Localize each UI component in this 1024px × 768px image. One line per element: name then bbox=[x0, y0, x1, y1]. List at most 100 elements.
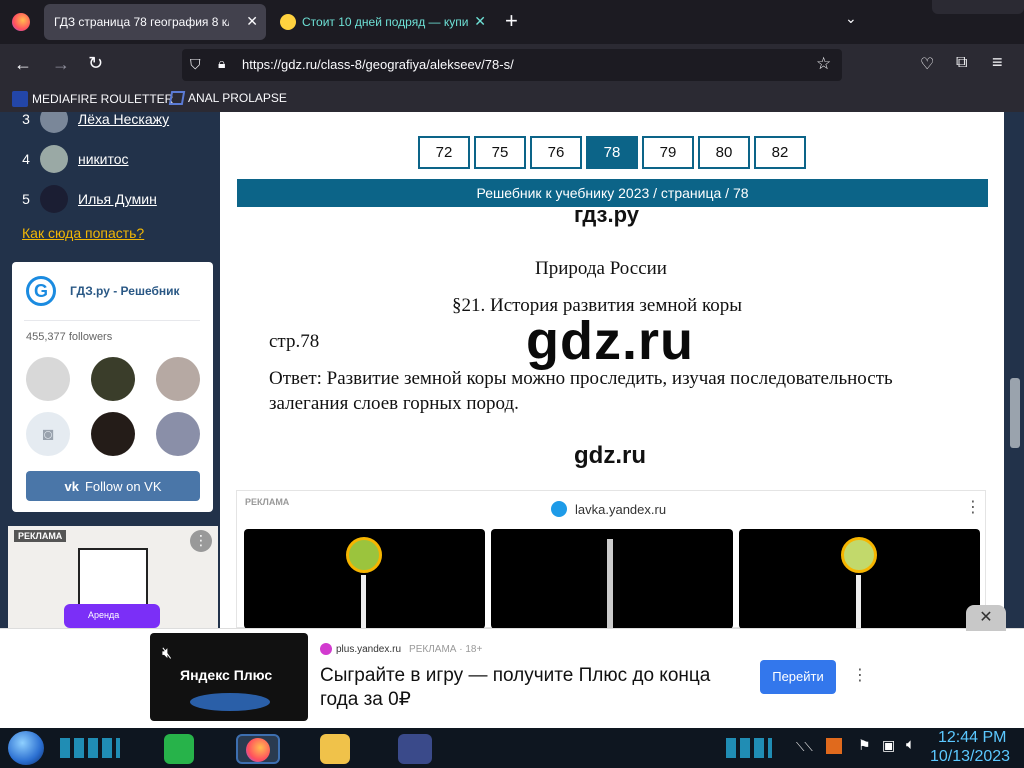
extensions-icon[interactable]: ⧉ bbox=[956, 54, 967, 72]
close-tab-icon[interactable]: ✕ bbox=[474, 13, 486, 30]
leaderboard-row[interactable]: 4 никитос bbox=[0, 141, 220, 177]
follower-avatar[interactable] bbox=[156, 357, 200, 401]
file-explorer-icon[interactable] bbox=[320, 734, 350, 764]
reload-icon[interactable]: ↻ bbox=[88, 53, 103, 74]
ad-source: plus.yandex.ru РЕКЛАМА · 18+ bbox=[320, 643, 482, 655]
lollipop-image bbox=[841, 537, 877, 573]
page-link[interactable]: 82 bbox=[754, 136, 806, 169]
network-icon[interactable]: ▣ bbox=[882, 737, 895, 754]
volume-icon[interactable]: 🔈︎ bbox=[906, 736, 915, 753]
start-orb-icon[interactable] bbox=[8, 731, 44, 765]
tab-gdz[interactable]: ГДЗ страница 78 география 8 клас ✕ bbox=[44, 4, 266, 40]
bookmark-mediafire[interactable]: MEDIAFIRE ROULETTER bbox=[12, 91, 173, 107]
bookmark-second-label: ANAL PROLAPSE bbox=[188, 91, 287, 105]
page-reference: стр.78 bbox=[269, 331, 320, 352]
more-options-icon[interactable]: ⋮ bbox=[852, 665, 868, 685]
bookmark-folder-icon bbox=[168, 91, 186, 105]
sidebar-ad[interactable]: РЕКЛАМА ⋮ Аренда bbox=[8, 526, 218, 628]
lavka-icon bbox=[551, 501, 567, 517]
lock-icon[interactable]: 🔒︎ bbox=[218, 55, 225, 72]
page-link[interactable]: 72 bbox=[418, 136, 470, 169]
camera-icon[interactable]: ◙ bbox=[26, 412, 70, 456]
bookmark-star-icon[interactable]: ☆ bbox=[816, 54, 831, 74]
page-link[interactable]: 79 bbox=[642, 136, 694, 169]
vk-widget-title[interactable]: ГДЗ.ру - Решебник bbox=[70, 284, 180, 298]
ad-product-card[interactable] bbox=[739, 529, 980, 628]
avatar bbox=[40, 145, 68, 173]
lollipop-stick bbox=[856, 575, 861, 628]
ad-headline-line-2[interactable]: года за 0₽ bbox=[320, 688, 411, 711]
forward-icon[interactable]: → bbox=[52, 54, 70, 75]
tray-app-icon[interactable] bbox=[826, 738, 842, 754]
leaderboard-name: никитос bbox=[78, 151, 129, 167]
avatar bbox=[40, 112, 68, 133]
close-ad-button[interactable]: ✕ bbox=[966, 605, 1006, 631]
ad-tag: РЕКЛАМА bbox=[14, 530, 67, 542]
follower-avatar[interactable] bbox=[156, 412, 200, 456]
tray-arrows-icon[interactable]: ⟍⟍ bbox=[796, 740, 813, 755]
page-link-active[interactable]: 78 bbox=[586, 136, 638, 169]
taskbar-deco bbox=[60, 738, 120, 758]
gdz-logo-icon: G bbox=[26, 276, 56, 306]
shield-icon[interactable]: ⛉ bbox=[190, 56, 201, 73]
follower-avatar[interactable] bbox=[26, 357, 70, 401]
flag-icon[interactable]: ⚑ bbox=[858, 737, 871, 754]
watermark-top: гдз.ру bbox=[574, 202, 639, 227]
bookmark-second[interactable]: ANAL PROLAPSE bbox=[168, 91, 287, 105]
how-to-join-link[interactable]: Как сюда попасть? bbox=[22, 225, 144, 241]
yandex-plus-logo: Яндекс Плюс bbox=[180, 667, 273, 683]
inline-ad[interactable]: РЕКЛАМА lavka.yandex.ru ⋮ bbox=[236, 490, 986, 628]
control-panel-icon[interactable] bbox=[398, 734, 432, 764]
scrollbar-thumb[interactable] bbox=[1010, 378, 1020, 448]
leaderboard-row[interactable]: 5 Илья Думин bbox=[0, 181, 220, 217]
close-tab-icon[interactable]: ✕ bbox=[246, 13, 258, 30]
taskbar-deco bbox=[726, 738, 772, 758]
back-icon[interactable]: ← bbox=[14, 54, 32, 75]
fork-image bbox=[607, 539, 613, 628]
tab-bar: ГДЗ страница 78 география 8 клас ✕ Стоит… bbox=[0, 0, 1024, 44]
follow-on-vk-label: Follow on VK bbox=[84, 478, 162, 494]
bookmark-mediafire-label: MEDIAFIRE ROULETTER bbox=[32, 92, 174, 106]
answer-line-2: залегания слоев горных пород. bbox=[269, 393, 519, 414]
clock-date[interactable]: 10/13/2023 bbox=[930, 748, 1010, 766]
ad-rent-button[interactable]: Аренда bbox=[64, 604, 160, 628]
pocket-icon[interactable]: ♡ bbox=[920, 54, 934, 74]
follow-on-vk-button[interactable]: vk Follow on VK bbox=[26, 471, 200, 501]
ad-product-card[interactable] bbox=[491, 529, 733, 628]
tab-market[interactable]: Стоит 10 дней подряд — купи ✕ bbox=[270, 4, 494, 40]
mediafire-icon bbox=[12, 91, 28, 107]
clock-time[interactable]: 12:44 PM bbox=[938, 729, 1006, 747]
page-link[interactable]: 76 bbox=[530, 136, 582, 169]
leaderboard-row[interactable]: 3 Лёха Нескажу bbox=[0, 112, 220, 137]
left-sidebar: 3 Лёха Нескажу 4 никитос 5 Илья Думин Ка… bbox=[0, 112, 220, 628]
more-options-icon[interactable]: ⋮ bbox=[190, 530, 212, 552]
market-icon bbox=[280, 14, 296, 30]
ad-banner-image[interactable]: 🔇︎ Яндекс Плюс bbox=[150, 633, 308, 721]
ad-tag: РЕКЛАМА bbox=[245, 497, 290, 507]
follower-avatar[interactable] bbox=[91, 357, 135, 401]
leaderboard-rank: 4 bbox=[22, 151, 30, 167]
ad-rent-label: Аренда bbox=[88, 610, 120, 620]
menu-icon[interactable]: ≡ bbox=[992, 52, 1003, 73]
ad-product-card[interactable] bbox=[244, 529, 485, 628]
list-tabs-icon[interactable]: ⌄ bbox=[845, 10, 857, 27]
ad-cta-button[interactable]: Перейти bbox=[760, 660, 836, 694]
more-options-icon[interactable]: ⋮ bbox=[965, 497, 981, 517]
ad-domain: lavka.yandex.ru bbox=[575, 501, 667, 517]
firefox-taskbar-icon[interactable] bbox=[236, 734, 280, 764]
leaderboard-rank: 3 bbox=[22, 112, 30, 127]
mute-icon[interactable]: 🔇︎ bbox=[162, 645, 172, 663]
notes-app-icon[interactable] bbox=[164, 734, 194, 764]
page-link[interactable]: 80 bbox=[698, 136, 750, 169]
url-bar[interactable]: ⛉ 🔒︎ https://gdz.ru/class-8/geografiya/a… bbox=[182, 49, 842, 81]
vk-icon: vk bbox=[64, 478, 79, 494]
page-link[interactable]: 75 bbox=[474, 136, 526, 169]
follower-avatar[interactable] bbox=[91, 412, 135, 456]
ad-domain: plus.yandex.ru bbox=[336, 643, 402, 655]
ad-headline-line-1[interactable]: Сыграйте в игру — получите Плюс до конца bbox=[320, 665, 710, 687]
lollipop-image bbox=[346, 537, 382, 573]
firefox-menu-icon[interactable] bbox=[12, 13, 30, 31]
ad-source[interactable]: lavka.yandex.ru bbox=[551, 501, 666, 517]
new-tab-button[interactable]: + bbox=[505, 8, 518, 34]
taskbar: ⟍⟍ ⚑ ▣ 🔈︎ 12:44 PM 10/13/2023 bbox=[0, 728, 1024, 768]
